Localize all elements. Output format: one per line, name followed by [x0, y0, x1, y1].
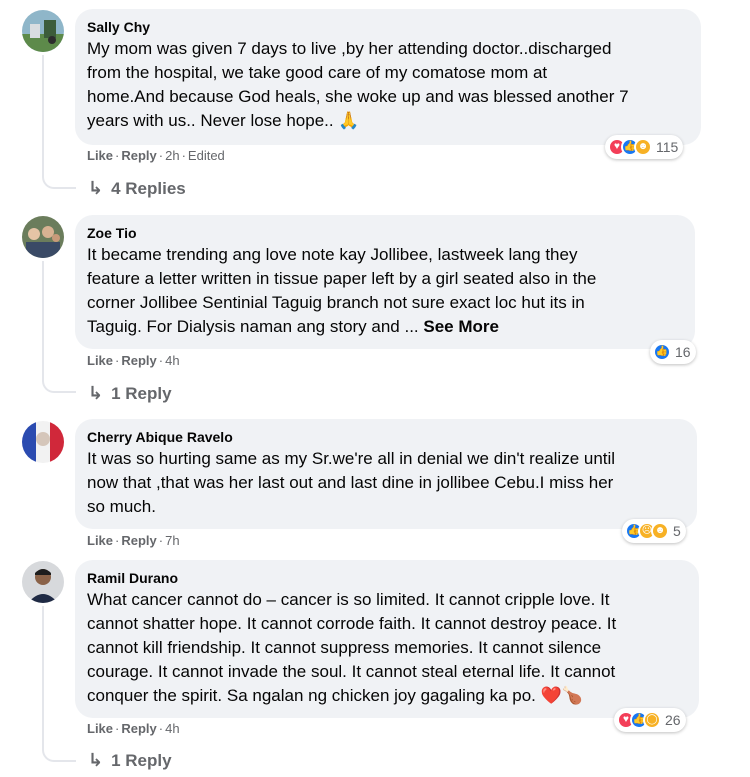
avatar[interactable]: [22, 216, 64, 258]
separator: ·: [158, 148, 164, 163]
avatar[interactable]: [22, 421, 64, 463]
comment-text: My mom was given 7 days to live ,by her …: [87, 37, 689, 133]
comment-line: home.And because God heals, she woke up …: [87, 87, 629, 106]
comment-line: so much.: [87, 497, 156, 516]
reply-arrow-icon: ↳: [88, 178, 104, 198]
comment-line: feature a letter written in tissue paper…: [87, 269, 597, 288]
timestamp[interactable]: 7h: [165, 533, 179, 548]
reaction-summary[interactable]: ♥ 👍 ☻ 115: [605, 135, 684, 159]
reply-button[interactable]: Reply: [121, 148, 156, 163]
comment-line: Taguig. For Dialysis naman ang story and…: [87, 315, 683, 339]
comment-line: now that ,that was her last out and last…: [87, 473, 614, 492]
comment-text: It was so hurting same as my Sr.we're al…: [87, 447, 685, 519]
author-name[interactable]: Ramil Durano: [87, 569, 687, 588]
care-icon: ☻: [651, 522, 669, 540]
reply-button[interactable]: Reply: [121, 353, 156, 368]
reaction-summary[interactable]: 👍 ☹ ☻ 5: [622, 519, 686, 543]
author-name[interactable]: Zoe Tio: [87, 224, 683, 243]
reaction-count: 5: [673, 523, 681, 539]
author-name[interactable]: Sally Chy: [87, 18, 689, 37]
reply-arrow-icon: ↳: [88, 750, 104, 770]
reply-button[interactable]: Reply: [121, 533, 156, 548]
like-button[interactable]: Like: [87, 353, 113, 368]
avatar[interactable]: [22, 10, 64, 52]
reaction-summary[interactable]: ♥ 👍 ◯ 26: [614, 708, 686, 732]
comment-text: What cancer cannot do – cancer is so lim…: [87, 588, 687, 708]
separator: ·: [158, 533, 164, 548]
comment-line: It was so hurting same as my Sr.we're al…: [87, 449, 616, 468]
view-replies-button[interactable]: ↳ 4 Replies: [88, 178, 186, 199]
comment-line: corner Jollibee Sentinial Taguig branch …: [87, 293, 585, 312]
comment-line: What cancer cannot do – cancer is so lim…: [87, 590, 610, 609]
reply-button[interactable]: Reply: [121, 721, 156, 736]
care-icon: ☻: [634, 138, 652, 156]
separator: ·: [181, 148, 186, 163]
reaction-count: 115: [656, 139, 679, 155]
comment-actions: Like · Reply · 2h · Edited: [87, 148, 225, 164]
thread-line: [42, 55, 76, 189]
timestamp[interactable]: 4h: [165, 721, 179, 736]
view-replies-button[interactable]: ↳ 1 Reply: [88, 383, 172, 404]
view-replies-button[interactable]: ↳ 1 Reply: [88, 750, 172, 771]
reaction-count: 16: [675, 344, 691, 360]
timestamp[interactable]: 2h: [165, 148, 179, 163]
replies-label: 4 Replies: [111, 178, 186, 198]
comment-line-text: Taguig. For Dialysis naman ang story and…: [87, 317, 424, 336]
like-button[interactable]: Like: [87, 721, 113, 736]
separator: ·: [158, 353, 164, 368]
comment-line: My mom was given 7 days to live ,by her …: [87, 39, 612, 58]
replies-label: 1 Reply: [111, 750, 172, 770]
reaction-summary[interactable]: 👍 16: [650, 340, 696, 364]
timestamp[interactable]: 4h: [165, 353, 179, 368]
thread-line: [42, 606, 76, 762]
comment-actions: Like · Reply · 7h: [87, 533, 180, 549]
comment-actions: Like · Reply · 4h: [87, 721, 180, 737]
comment-line: conquer the spirit. Sa ngalan ng chicken…: [87, 686, 583, 705]
edited-label: Edited: [187, 148, 225, 163]
reply-arrow-icon: ↳: [88, 383, 104, 403]
comment-line: It became trending ang love note kay Jol…: [87, 245, 578, 264]
comment-line: cannot shatter hope. It cannot corrode f…: [87, 614, 617, 633]
comment-bubble: Cherry Abique Ravelo It was so hurting s…: [75, 419, 697, 529]
like-button[interactable]: Like: [87, 533, 113, 548]
comment-actions: Like · Reply · 4h: [87, 353, 180, 369]
thread-line: [42, 261, 76, 393]
comment-bubble: Ramil Durano What cancer cannot do – can…: [75, 560, 699, 718]
replies-label: 1 Reply: [111, 383, 172, 403]
comment-line: cannot kill friendship. It cannot suppre…: [87, 638, 602, 657]
like-icon: 👍: [653, 343, 671, 361]
comment-bubble: Sally Chy My mom was given 7 days to liv…: [75, 9, 701, 145]
reaction-count: 26: [665, 712, 681, 728]
comment-line: courage. It cannot invade the soul. It c…: [87, 662, 616, 681]
separator: ·: [158, 721, 164, 736]
see-more-link[interactable]: See More: [423, 317, 499, 336]
author-name[interactable]: Cherry Abique Ravelo: [87, 428, 685, 447]
comment-text: It became trending ang love note kay Jol…: [87, 243, 683, 339]
avatar[interactable]: [22, 561, 64, 603]
comment-line: years with us.. Never lose hope.. 🙏: [87, 111, 360, 130]
like-button[interactable]: Like: [87, 148, 113, 163]
comment-line: from the hospital, we take good care of …: [87, 63, 548, 82]
comment-bubble: Zoe Tio It became trending ang love note…: [75, 215, 695, 349]
wow-icon: ◯: [643, 711, 661, 729]
